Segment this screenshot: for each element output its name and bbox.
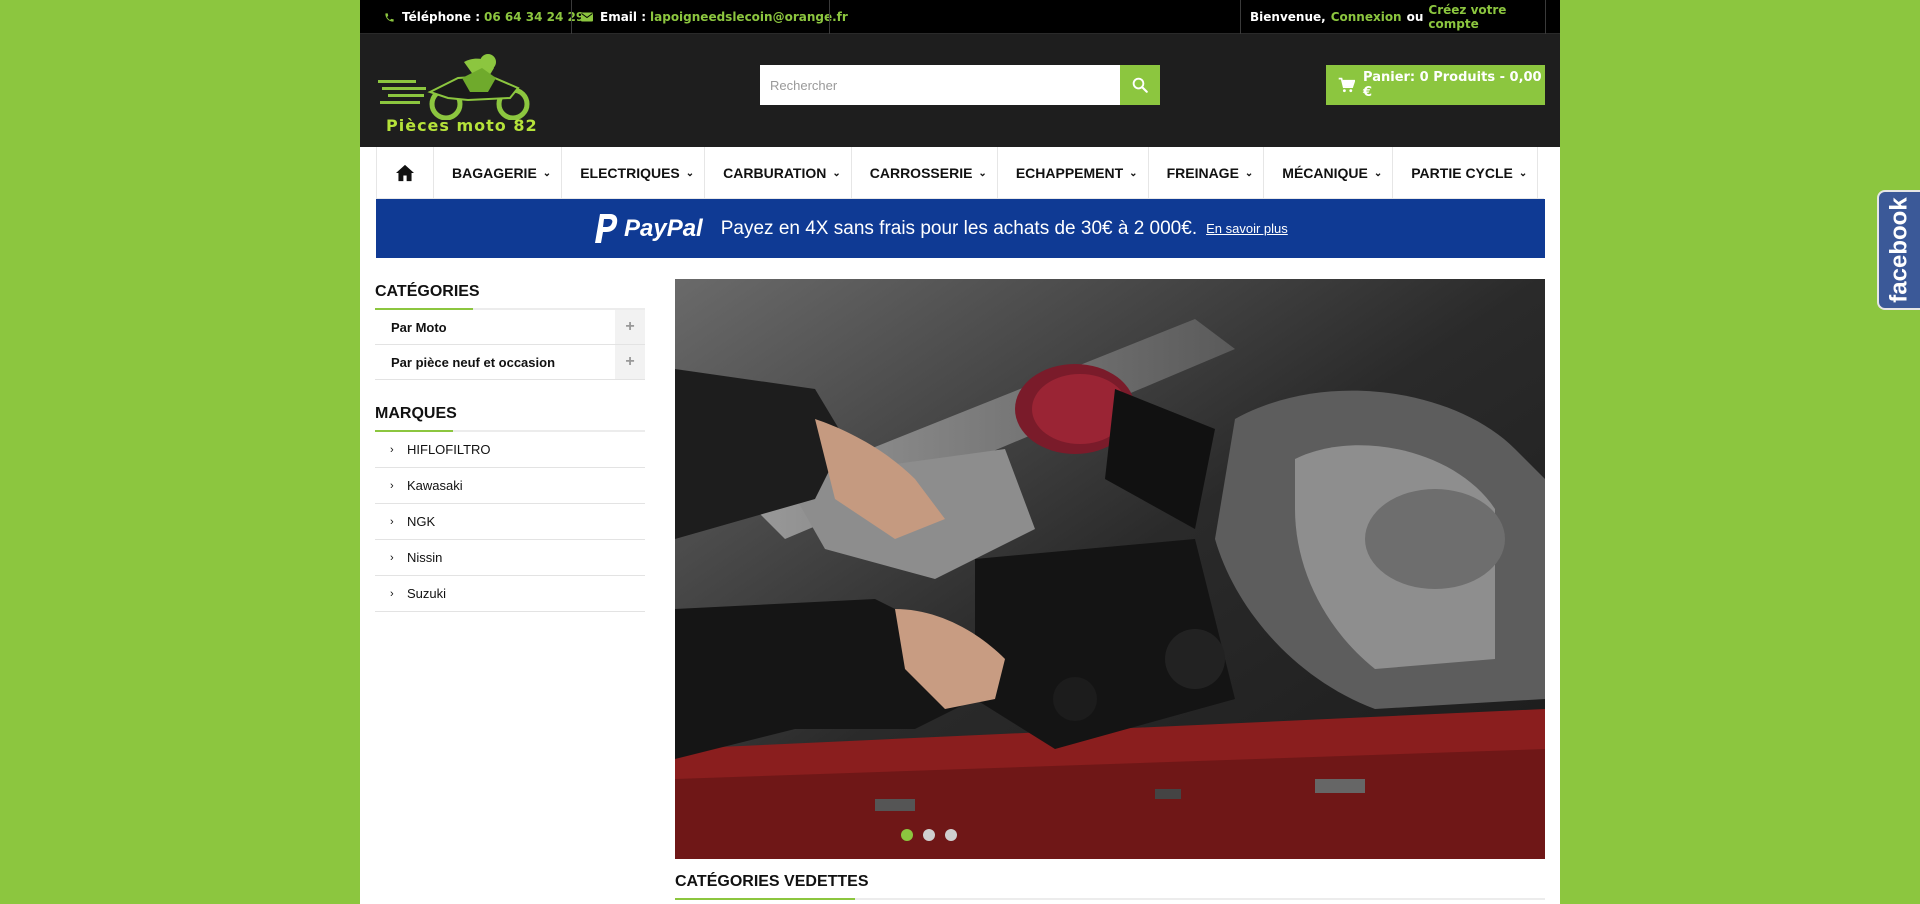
site-header: Pièces moto 82 Panier: 0 Produits - 0,00… xyxy=(360,34,1560,147)
category-label: Par Moto xyxy=(391,319,447,335)
phone-number[interactable]: 06 64 34 24 29 xyxy=(484,10,584,24)
main-menu: BAGAGERIE ⌄ ELECTRIQUES ⌄ CARBURATION ⌄ CAR… xyxy=(376,147,1544,199)
chevron-down-icon: ⌄ xyxy=(1373,167,1383,179)
hero-slider-image[interactable] xyxy=(675,279,1545,859)
paypal-icon xyxy=(595,213,618,243)
envelope-icon xyxy=(580,10,594,24)
menu-item-label: FREINAGE xyxy=(1166,165,1239,181)
search-button[interactable] xyxy=(1120,65,1160,105)
account-links: Bienvenue, Connexion ou Créez votre comp… xyxy=(1250,0,1560,34)
facebook-tab[interactable]: facebook xyxy=(1877,190,1920,310)
paypal-logo: PayPal xyxy=(594,213,703,244)
cart-label: Panier: 0 Produits - 0,00 € xyxy=(1363,70,1542,100)
menu-item-label: CARROSSERIE xyxy=(869,165,973,181)
paypal-banner[interactable]: PayPal Payez en 4X sans frais pour les a… xyxy=(376,199,1545,258)
divider xyxy=(1545,0,1546,34)
chevron-down-icon: ⌄ xyxy=(832,167,841,179)
chevron-right-icon: › xyxy=(390,587,394,600)
featured-categories-title: CATÉGORIES VEDETTES xyxy=(675,873,869,890)
page: Téléphone : 06 64 34 24 29 Email : lapoi… xyxy=(360,0,1560,904)
chevron-right-icon: › xyxy=(390,551,394,564)
divider xyxy=(829,0,830,34)
categories-title: CATÉGORIES xyxy=(375,283,480,300)
category-item-par-piece[interactable]: Par pièce neuf et occasion + xyxy=(375,345,645,380)
brand-label: Nissin xyxy=(407,550,443,565)
category-item-par-moto[interactable]: Par Moto + xyxy=(375,310,645,345)
chevron-down-icon: ⌄ xyxy=(685,167,695,179)
cart-icon xyxy=(1338,77,1356,93)
cart-button[interactable]: Panier: 0 Produits - 0,00 € xyxy=(1326,65,1545,105)
chevron-down-icon: ⌄ xyxy=(542,167,552,179)
menu-item-freinage[interactable]: FREINAGE ⌄ xyxy=(1149,147,1265,199)
menu-item-label: MÉCANIQUE xyxy=(1282,165,1368,181)
search-bar xyxy=(760,65,1160,105)
email-label: Email : xyxy=(600,10,647,24)
slider-dot-2[interactable] xyxy=(923,829,935,841)
facebook-label: facebook xyxy=(1885,197,1913,303)
brand-item[interactable]: › HIFLOFILTRO xyxy=(375,432,645,468)
plus-icon[interactable]: + xyxy=(615,310,645,344)
home-icon xyxy=(396,164,414,182)
chevron-right-icon: › xyxy=(390,515,394,528)
brand-item[interactable]: › Nissin xyxy=(375,540,645,576)
title-accent xyxy=(675,898,855,900)
welcome-text: Bienvenue, xyxy=(1250,10,1326,24)
slider-dot-1[interactable] xyxy=(901,829,913,841)
menu-item-label: ELECTRIQUES xyxy=(580,165,680,181)
logo-text: Pièces moto 82 xyxy=(386,116,538,135)
phone-label: Téléphone : xyxy=(402,10,481,24)
brand-item[interactable]: › Suzuki xyxy=(375,576,645,612)
chevron-right-icon: › xyxy=(390,443,394,456)
mechanic-motorcycle-photo xyxy=(675,279,1545,859)
search-input[interactable] xyxy=(760,65,1120,105)
site-logo[interactable]: Pièces moto 82 xyxy=(378,52,548,142)
chevron-right-icon: › xyxy=(390,479,394,492)
menu-item-echappement[interactable]: ECHAPPEMENT ⌄ xyxy=(998,147,1149,199)
motorbike-rider-icon xyxy=(378,54,530,121)
login-link[interactable]: Connexion xyxy=(1331,10,1402,24)
menu-item-mecanique[interactable]: MÉCANIQUE ⌄ xyxy=(1264,147,1394,199)
chevron-down-icon: ⌄ xyxy=(978,167,987,179)
register-link[interactable]: Créez votre compte xyxy=(1428,3,1560,31)
brands-title: MARQUES xyxy=(375,405,457,422)
menu-item-label: CARBURATION xyxy=(723,165,827,181)
brand-label: HIFLOFILTRO xyxy=(407,442,491,457)
paypal-message: Payez en 4X sans frais pour les achats d… xyxy=(720,217,1198,239)
plus-icon[interactable]: + xyxy=(615,345,645,379)
brand-label: Suzuki xyxy=(407,586,447,601)
email-address[interactable]: lapoigneedslecoin@orange.fr xyxy=(650,10,848,24)
menu-item-label: BAGAGERIE xyxy=(452,165,537,181)
menu-item-carburation[interactable]: CARBURATION ⌄ xyxy=(705,147,852,199)
menu-item-label: PARTIE CYCLE xyxy=(1411,165,1513,181)
divider xyxy=(1240,0,1241,34)
divider xyxy=(571,0,572,34)
email-contact[interactable]: Email : lapoigneedslecoin@orange.fr xyxy=(580,0,848,34)
category-label: Par pièce neuf et occasion xyxy=(391,354,556,370)
menu-item-bagagerie[interactable]: BAGAGERIE ⌄ xyxy=(434,147,563,199)
chevron-down-icon: ⌄ xyxy=(1518,167,1528,179)
search-icon xyxy=(1132,77,1148,93)
slider-dot-3[interactable] xyxy=(945,829,957,841)
chevron-down-icon: ⌄ xyxy=(1129,167,1138,179)
menu-item-carrosserie[interactable]: CARROSSERIE ⌄ xyxy=(852,147,998,199)
menu-item-label: ECHAPPEMENT xyxy=(1015,165,1124,181)
brand-item[interactable]: › Kawasaki xyxy=(375,468,645,504)
phone-contact[interactable]: Téléphone : 06 64 34 24 29 xyxy=(382,0,584,34)
or-text: ou xyxy=(1406,10,1424,24)
paypal-learn-more-link[interactable]: En savoir plus xyxy=(1206,221,1288,236)
chevron-down-icon: ⌄ xyxy=(1244,167,1254,179)
paypal-brand: PayPal xyxy=(624,214,703,242)
brand-label: Kawasaki xyxy=(407,478,463,493)
menu-item-electriques[interactable]: ELECTRIQUES ⌄ xyxy=(562,147,706,199)
phone-icon xyxy=(382,10,396,24)
top-bar: Téléphone : 06 64 34 24 29 Email : lapoi… xyxy=(360,0,1560,34)
menu-item-partie-cycle[interactable]: PARTIE CYCLE ⌄ xyxy=(1393,147,1539,199)
brand-label: NGK xyxy=(407,514,436,529)
home-link[interactable] xyxy=(376,147,434,199)
brand-item[interactable]: › NGK xyxy=(375,504,645,540)
